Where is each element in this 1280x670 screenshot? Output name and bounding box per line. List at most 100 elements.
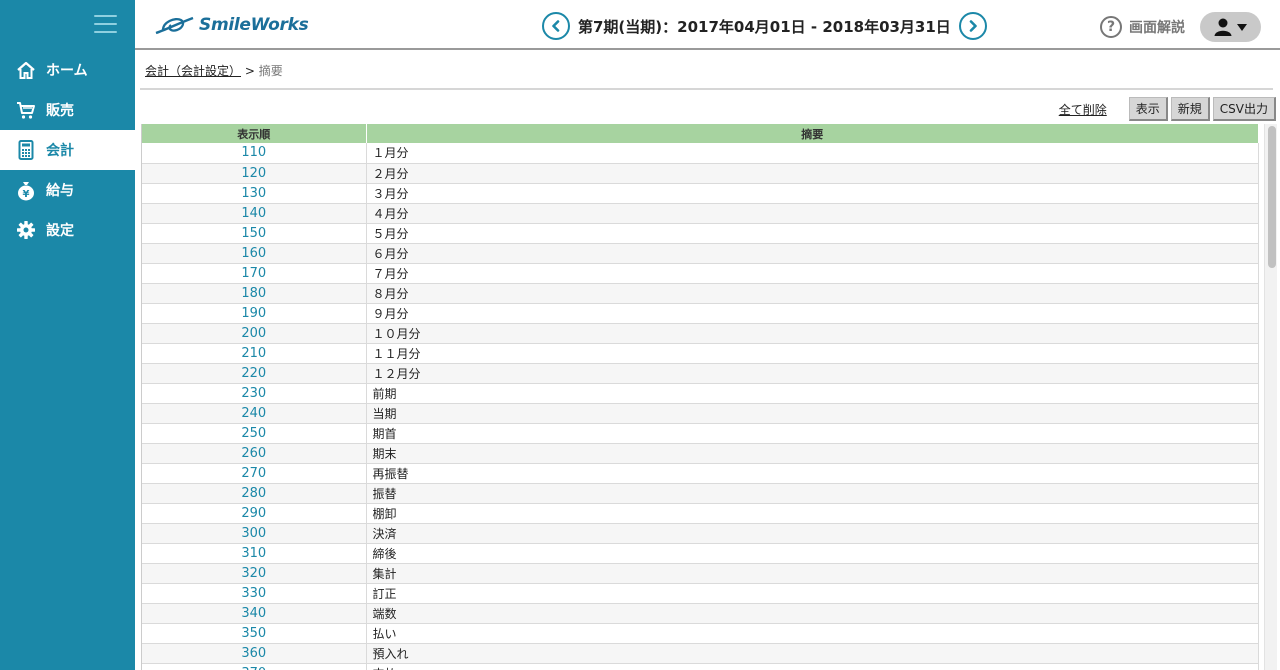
table-row[interactable]: 180 ８月分 [142, 283, 1259, 304]
table-row[interactable]: 290 棚卸 [142, 503, 1259, 524]
sidebar-item-sales[interactable]: 販売 [0, 90, 135, 130]
csv-export-button[interactable]: CSV出力 [1212, 97, 1276, 121]
summary-cell: 預入れ [366, 643, 1259, 664]
order-cell[interactable]: 350 [142, 623, 367, 644]
gear-icon [15, 220, 36, 241]
smileworks-logo[interactable]: SmileWorks [155, 14, 309, 36]
table-row[interactable]: 190 ９月分 [142, 303, 1259, 324]
table-row[interactable]: 240 当期 [142, 403, 1259, 424]
table-row[interactable]: 280 振替 [142, 483, 1259, 504]
summary-table: 表示順 摘要 110 １月分 120 ２月分 130 ３月分 140 ４月分 150 ５月分 160… [142, 124, 1259, 670]
chevron-left-icon [552, 20, 560, 32]
sidebar-item-home[interactable]: ホーム [0, 50, 135, 90]
hamburger-menu-icon[interactable] [94, 15, 117, 34]
order-cell[interactable]: 370 [142, 663, 367, 670]
order-cell[interactable]: 330 [142, 583, 367, 604]
delete-all-link[interactable]: 全て削除 [1059, 101, 1107, 118]
table-row[interactable]: 150 ５月分 [142, 223, 1259, 244]
order-cell[interactable]: 280 [142, 483, 367, 504]
sidebar-item-label: 会計 [46, 143, 74, 159]
sidebar-item-settings[interactable]: 設定 [0, 210, 135, 250]
summary-cell: １月分 [366, 143, 1259, 164]
new-button[interactable]: 新規 [1170, 97, 1210, 121]
order-cell[interactable]: 310 [142, 543, 367, 564]
order-cell[interactable]: 200 [142, 323, 367, 344]
svg-text:¥: ¥ [22, 189, 29, 200]
order-cell[interactable]: 150 [142, 223, 367, 244]
sidebar-item-payroll[interactable]: ¥ 給与 [0, 170, 135, 210]
table-row[interactable]: 160 ６月分 [142, 243, 1259, 264]
order-cell[interactable]: 230 [142, 383, 367, 404]
scrollbar-thumb[interactable] [1268, 126, 1276, 268]
summary-cell: ８月分 [366, 283, 1259, 304]
table-row[interactable]: 340 端数 [142, 603, 1259, 624]
order-cell[interactable]: 320 [142, 563, 367, 584]
table-row[interactable]: 270 再振替 [142, 463, 1259, 484]
table-row[interactable]: 350 払い [142, 623, 1259, 644]
order-cell[interactable]: 260 [142, 443, 367, 464]
table-body: 110 １月分 120 ２月分 130 ３月分 140 ４月分 150 ５月分 160 ６月分 170 ７… [142, 143, 1259, 670]
order-cell[interactable]: 360 [142, 643, 367, 664]
help-button[interactable]: ? 画面解説 [1100, 16, 1185, 38]
table-row[interactable]: 250 期首 [142, 423, 1259, 444]
order-cell[interactable]: 220 [142, 363, 367, 384]
summary-cell: 集計 [366, 563, 1259, 584]
table-row[interactable]: 300 決済 [142, 523, 1259, 544]
table-row[interactable]: 210 １１月分 [142, 343, 1259, 364]
order-cell[interactable]: 120 [142, 163, 367, 184]
summary-cell: ６月分 [366, 243, 1259, 264]
column-header-summary[interactable]: 摘要 [366, 124, 1259, 143]
column-header-order[interactable]: 表示順 [142, 124, 367, 143]
table-row[interactable]: 330 訂正 [142, 583, 1259, 604]
summary-cell: １１月分 [366, 343, 1259, 364]
summary-cell: １０月分 [366, 323, 1259, 344]
summary-cell: ２月分 [366, 163, 1259, 184]
order-cell[interactable]: 140 [142, 203, 367, 224]
table-row[interactable]: 310 締後 [142, 543, 1259, 564]
home-icon [15, 60, 36, 81]
table-row[interactable]: 260 期末 [142, 443, 1259, 464]
summary-cell: 支払 [366, 663, 1259, 670]
table-row[interactable]: 320 集計 [142, 563, 1259, 584]
table-row[interactable]: 200 １０月分 [142, 323, 1259, 344]
table-row[interactable]: 370支払 [142, 663, 1259, 670]
order-cell[interactable]: 340 [142, 603, 367, 624]
order-cell[interactable]: 190 [142, 303, 367, 324]
order-cell[interactable]: 290 [142, 503, 367, 524]
cart-icon [15, 100, 36, 121]
previous-period-button[interactable] [542, 12, 570, 40]
show-button[interactable]: 表示 [1128, 97, 1168, 121]
table-row[interactable]: 130 ３月分 [142, 183, 1259, 204]
vertical-scrollbar[interactable] [1264, 124, 1277, 670]
yen-bag-icon: ¥ [15, 180, 36, 201]
sidebar-item-label: ホーム [46, 63, 88, 79]
sidebar: ホーム 販売 会計 ¥ 給与 設定 [0, 0, 135, 670]
summary-cell: ９月分 [366, 303, 1259, 324]
order-cell[interactable]: 110 [142, 143, 367, 164]
order-cell[interactable]: 210 [142, 343, 367, 364]
table-header-row: 表示順 摘要 [142, 124, 1259, 143]
user-menu-button[interactable] [1200, 12, 1261, 42]
table-row[interactable]: 220 １２月分 [142, 363, 1259, 384]
table-row[interactable]: 360 預入れ [142, 643, 1259, 664]
table-row[interactable]: 120 ２月分 [142, 163, 1259, 184]
table-row[interactable]: 140 ４月分 [142, 203, 1259, 224]
order-cell[interactable]: 160 [142, 243, 367, 264]
next-period-button[interactable] [958, 12, 987, 40]
summary-cell: 払い [366, 623, 1259, 644]
smileworks-swoosh-icon [155, 16, 194, 35]
sidebar-item-label: 給与 [46, 183, 74, 199]
order-cell[interactable]: 250 [142, 423, 367, 444]
order-cell[interactable]: 270 [142, 463, 367, 484]
table-row[interactable]: 110 １月分 [142, 143, 1259, 164]
order-cell[interactable]: 300 [142, 523, 367, 544]
order-cell[interactable]: 130 [142, 183, 367, 204]
order-cell[interactable]: 240 [142, 403, 367, 424]
sidebar-item-accounting[interactable]: 会計 [0, 130, 135, 170]
table-row[interactable]: 170 ７月分 [142, 263, 1259, 284]
breadcrumb-current: 摘要 [258, 64, 283, 78]
breadcrumb-parent-link[interactable]: 会計（会計設定） [145, 64, 241, 78]
order-cell[interactable]: 180 [142, 283, 367, 304]
table-row[interactable]: 230 前期 [142, 383, 1259, 404]
order-cell[interactable]: 170 [142, 263, 367, 284]
